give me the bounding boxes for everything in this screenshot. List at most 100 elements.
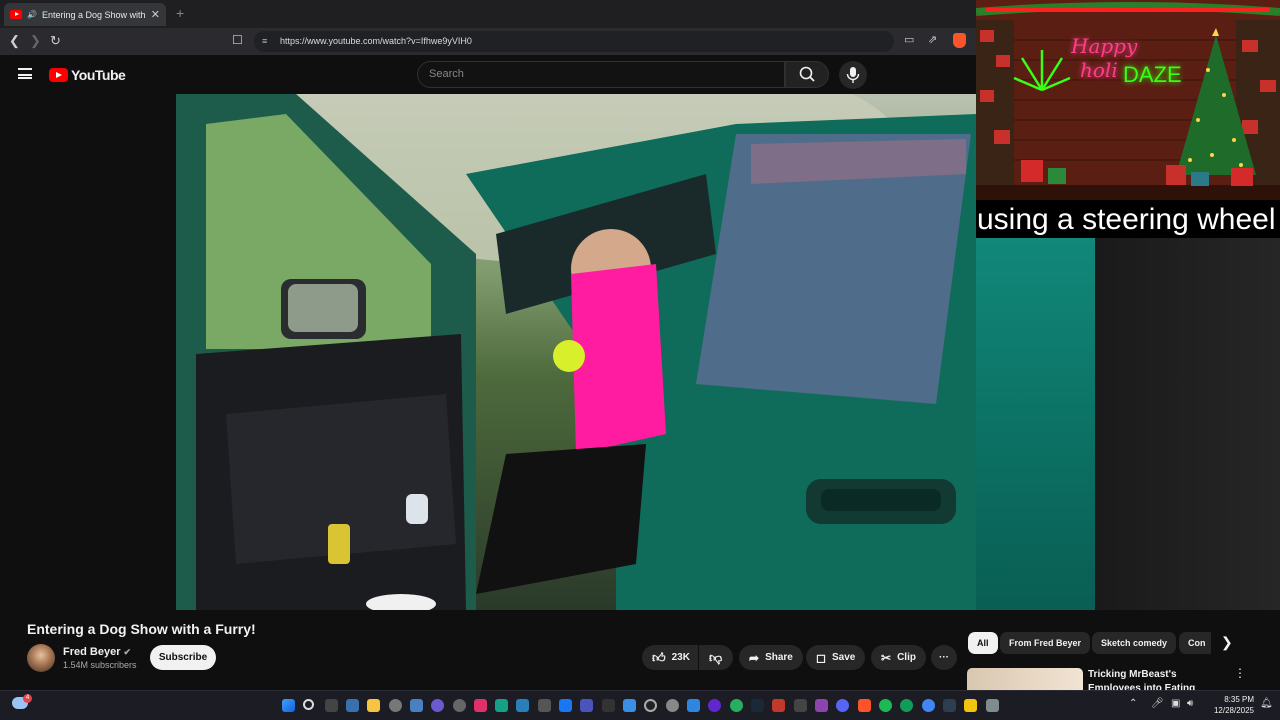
app-icon-1[interactable]: [431, 699, 444, 712]
channel-avatar[interactable]: [27, 644, 55, 672]
video-player[interactable]: [176, 94, 976, 610]
widgets-icon[interactable]: [346, 699, 359, 712]
close-tab-icon[interactable]: ✕: [151, 8, 160, 21]
share-label: Share: [765, 652, 793, 663]
start-icon[interactable]: [282, 699, 295, 712]
chevron-right-icon[interactable]: ❯: [1221, 634, 1233, 651]
dislike-button[interactable]: 👎︎: [699, 645, 733, 670]
search-icon: [799, 66, 815, 82]
app-icon-5[interactable]: [538, 699, 551, 712]
youtube-header: YouTube Search: [0, 55, 976, 94]
back-icon[interactable]: ❮: [9, 33, 20, 49]
clip-label: Clip: [897, 652, 916, 663]
chrome-icon[interactable]: [922, 699, 935, 712]
search-button[interactable]: [785, 61, 829, 88]
microphone-tray-icon[interactable]: 🎤︎: [1151, 698, 1164, 709]
menu-icon[interactable]: [18, 68, 32, 79]
steam-icon[interactable]: [751, 699, 764, 712]
app-icon-18[interactable]: [964, 699, 977, 712]
new-tab-button[interactable]: +: [176, 5, 184, 21]
settings-icon[interactable]: [389, 699, 402, 712]
channel-name[interactable]: Fred Beyer ✔: [63, 646, 131, 658]
microphone-icon: [846, 67, 860, 83]
recommended-menu-icon[interactable]: ⋮: [1234, 666, 1246, 680]
recommended-thumbnail[interactable]: [967, 668, 1083, 690]
neon-sign-happy: Happy: [1071, 34, 1138, 58]
notifications-icon[interactable]: 🔔︎: [1260, 698, 1273, 709]
app-icon-4[interactable]: [516, 699, 529, 712]
like-count: 23K: [671, 652, 690, 663]
voice-search-button[interactable]: [839, 61, 867, 89]
reload-icon[interactable]: ↻: [50, 33, 61, 49]
youtube-favicon-icon: [10, 10, 22, 19]
subscribe-button[interactable]: Subscribe: [150, 645, 216, 670]
speaker-icon[interactable]: 🔊: [27, 10, 37, 19]
search-input[interactable]: Search: [417, 61, 785, 88]
app-icon-10[interactable]: [687, 699, 700, 712]
clock-time: 8:35 PM: [1224, 695, 1254, 704]
search-taskbar-icon[interactable]: [303, 699, 314, 710]
app-icon-9[interactable]: [666, 699, 679, 712]
app-icon-13[interactable]: [772, 699, 785, 712]
app-icon-19[interactable]: [986, 699, 999, 712]
clock-date: 12/28/2025: [1213, 706, 1254, 715]
caption-text: using a steering wheel: [976, 200, 1280, 238]
volume-icon[interactable]: 🔊︎: [1187, 698, 1193, 709]
app-icon-12[interactable]: [730, 699, 743, 712]
clock[interactable]: 8:35 PM 12/28/2025: [1204, 694, 1254, 716]
video-info-section: Entering a Dog Show with a Furry! Fred B…: [0, 610, 1280, 690]
save-label: Save: [831, 652, 856, 663]
spotify-icon[interactable]: [879, 699, 892, 712]
app-icon-8[interactable]: [644, 699, 657, 712]
app-icon-7[interactable]: [623, 699, 636, 712]
chip-sketch-comedy[interactable]: Sketch comedy: [1092, 632, 1177, 654]
youtube-logo[interactable]: YouTube: [49, 67, 126, 83]
cast-icon[interactable]: ▭: [904, 33, 914, 46]
chip-partial[interactable]: Con: [1179, 632, 1211, 654]
app-icon-11[interactable]: [708, 699, 721, 712]
app-icon-14[interactable]: [794, 699, 807, 712]
app-icon-2[interactable]: [453, 699, 466, 712]
share-button[interactable]: ➦ Share: [739, 645, 803, 670]
app-icon-3[interactable]: [495, 699, 508, 712]
clip-button[interactable]: ✂ Clip: [871, 645, 926, 670]
forward-icon[interactable]: ❯: [30, 33, 41, 49]
discord-icon[interactable]: [836, 699, 849, 712]
site-settings-icon[interactable]: ≡: [262, 31, 267, 52]
facebook-icon[interactable]: [559, 699, 572, 712]
video-frame: [176, 94, 976, 610]
thumbs-down-icon: 👎︎: [709, 649, 723, 665]
url-field[interactable]: ≡ https://www.youtube.com/watch?v=Ifhwe9…: [254, 31, 894, 52]
tiktok-icon[interactable]: [474, 699, 487, 712]
browser-tab[interactable]: 🔊 Entering a Dog Show with a Furry! ✕: [4, 3, 166, 26]
scissors-icon: ✂: [881, 650, 892, 665]
chip-from-channel[interactable]: From Fred Beyer: [1000, 632, 1091, 654]
network-icon[interactable]: ▣: [1171, 698, 1180, 709]
app-icon-15[interactable]: [815, 699, 828, 712]
more-actions-button[interactable]: ···: [931, 645, 957, 670]
notification-badge: 4: [23, 694, 32, 703]
chip-all[interactable]: All: [968, 632, 998, 654]
mail-icon[interactable]: [410, 699, 423, 712]
tab-title: Entering a Dog Show with a Furry!: [41, 9, 146, 20]
teams-icon[interactable]: [580, 699, 593, 712]
file-explorer-icon[interactable]: [367, 699, 380, 712]
save-button[interactable]: ◻ Save: [806, 645, 866, 670]
recommended-title[interactable]: Tricking MrBeast's Employees into Eating…: [1088, 668, 1218, 690]
stream-overlay-panel: Happy holi DAZE: [976, 0, 1280, 200]
bookmark-icon[interactable]: ☐: [232, 33, 243, 47]
share-icon: ➦: [749, 650, 760, 665]
video-title: Entering a Dog Show with a Furry!: [27, 621, 256, 637]
like-button[interactable]: 👍︎ 23K: [642, 645, 698, 670]
brave-shield-icon[interactable]: [953, 33, 966, 48]
channel-name-text: Fred Beyer: [63, 646, 121, 658]
share-page-icon[interactable]: ⇗: [928, 33, 937, 46]
brave-icon[interactable]: [858, 699, 871, 712]
holiday-scene: [976, 0, 1280, 200]
app-icon-6[interactable]: [602, 699, 615, 712]
app-icon-16[interactable]: [900, 699, 913, 712]
app-icon-17[interactable]: [943, 699, 956, 712]
task-view-icon[interactable]: [325, 699, 338, 712]
chevron-up-icon[interactable]: ⌃: [1129, 698, 1137, 709]
side-panel-background: [1095, 238, 1280, 610]
